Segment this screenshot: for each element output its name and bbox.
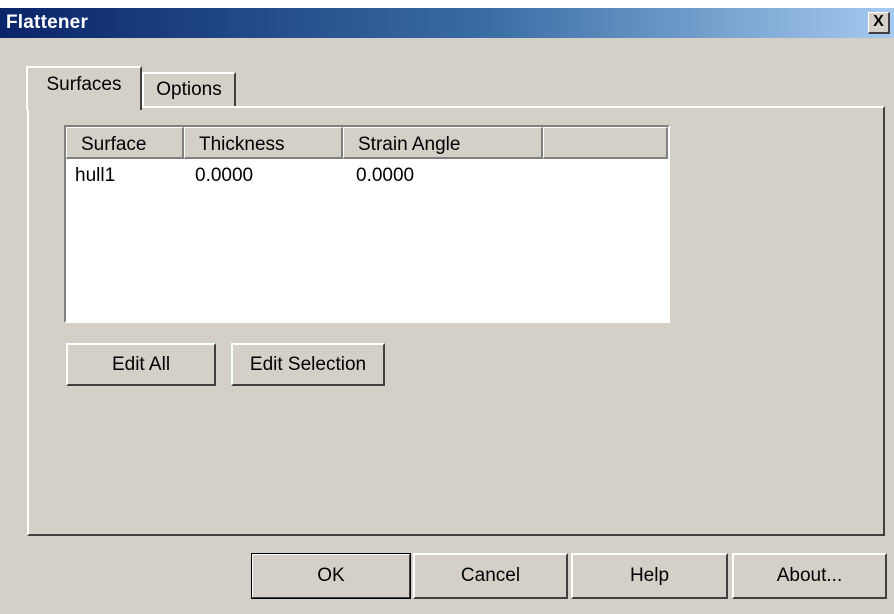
- ok-button[interactable]: OK: [251, 553, 411, 599]
- close-button[interactable]: X: [868, 12, 890, 34]
- tab-options-label: Options: [156, 79, 222, 100]
- column-header-label: Thickness: [199, 134, 285, 155]
- cell-surface: hull1: [75, 165, 116, 186]
- column-header-label: Surface: [81, 134, 147, 155]
- column-header-strain-angle[interactable]: Strain Angle: [343, 127, 543, 159]
- cell-strain-angle: 0.0000: [356, 165, 415, 186]
- about-button[interactable]: About...: [732, 553, 887, 599]
- tab-surfaces[interactable]: Surfaces: [26, 66, 142, 110]
- close-icon: X: [873, 13, 884, 30]
- cancel-button[interactable]: Cancel: [413, 553, 568, 599]
- column-header-label: Strain Angle: [358, 134, 461, 155]
- table-row[interactable]: hull1 0.0000 0.0000: [66, 161, 666, 189]
- column-header-thickness[interactable]: Thickness: [184, 127, 343, 159]
- column-header-empty[interactable]: [543, 127, 668, 159]
- help-button[interactable]: Help: [571, 553, 728, 599]
- tab-surfaces-label: Surfaces: [46, 74, 122, 95]
- title-bar[interactable]: Flattener X: [0, 0, 894, 38]
- list-header: Surface Thickness Strain Angle: [66, 127, 668, 159]
- surfaces-tab-panel: Surface Thickness Strain Angle hull1 0.0…: [27, 106, 885, 536]
- window-title: Flattener: [6, 12, 89, 33]
- column-header-surface[interactable]: Surface: [66, 127, 184, 159]
- surfaces-list[interactable]: Surface Thickness Strain Angle hull1 0.0…: [64, 125, 670, 323]
- cell-thickness: 0.0000: [195, 165, 254, 186]
- edit-selection-button[interactable]: Edit Selection: [231, 343, 385, 386]
- edit-all-button[interactable]: Edit All: [66, 343, 216, 386]
- tab-options[interactable]: Options: [142, 72, 236, 106]
